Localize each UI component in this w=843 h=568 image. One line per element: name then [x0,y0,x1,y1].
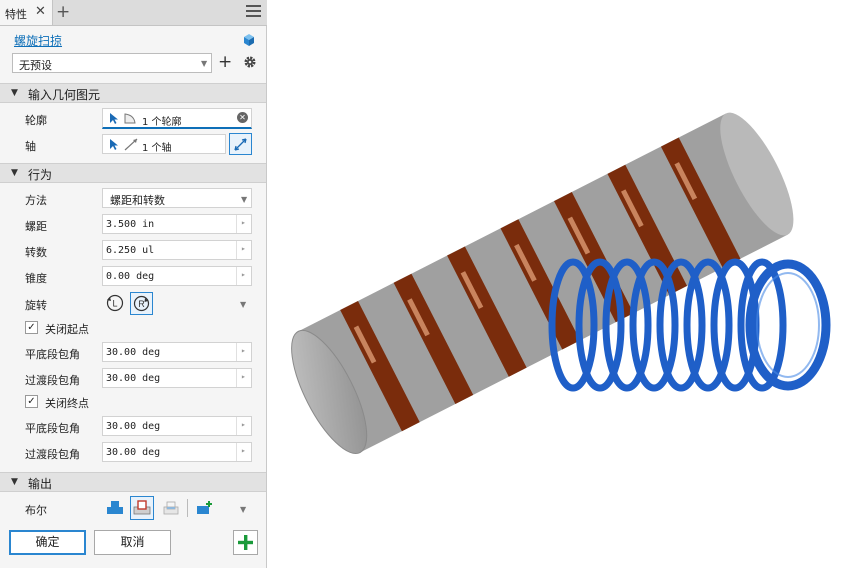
pitch-label: 螺距 [25,220,47,233]
new-solid-button[interactable] [194,497,216,519]
value-menu-arrow[interactable] [236,215,251,233]
flat-start-value: 30.00 deg [106,347,161,358]
method-label: 方法 [25,194,47,207]
boolean-label: 布尔 [25,504,47,517]
value-menu-arrow[interactable] [236,343,251,361]
pitch-input[interactable]: 3.500 in [102,214,252,234]
revolutions-value: 6.250 ul [106,245,155,256]
chevron-down-icon[interactable]: ▼ [240,300,246,309]
new-solid-icon [197,501,212,514]
collapse-arrow-icon: ▼ [11,88,18,98]
method-value: 螺距和转数 [110,194,165,207]
flat-end-input[interactable]: 30.00 deg [102,416,252,436]
add-preset-button[interactable]: + [218,52,232,72]
3d-viewport[interactable] [268,0,843,568]
svg-text:L: L [112,299,117,309]
method-dropdown[interactable]: 螺距和转数 ▼ [102,188,252,208]
rotation-left-button[interactable]: L [104,292,126,314]
rotation-right-button[interactable]: R [130,292,153,315]
transition-start-label: 过渡段包角 [25,374,80,387]
revolutions-label: 转数 [25,246,47,259]
select-arrow-icon [110,113,118,124]
threaded-shaft-model[interactable] [277,103,807,463]
close-end-checkbox[interactable]: ✓ [25,395,38,408]
collapse-arrow-icon: ▼ [11,168,18,178]
select-arrow-icon [110,139,118,150]
intersect-button[interactable] [160,497,182,519]
taper-value: 0.00 deg [106,271,155,282]
value-menu-arrow[interactable] [236,417,251,435]
cube-icon [244,34,254,46]
value-menu-arrow[interactable] [236,241,251,259]
flat-end-label: 平底段包角 [25,422,80,435]
flip-icon [234,138,247,151]
profile-label: 轮廓 [25,114,47,127]
toolbar-divider [187,499,188,517]
svg-text:R: R [138,299,145,309]
axis-icon [124,138,138,151]
axis-value: 1 个轴 [142,143,172,154]
section-label: 输入几何图元 [28,88,101,102]
close-end-label: 关闭终点 [45,397,89,410]
clear-icon[interactable]: ✕ [237,112,248,123]
apply-button[interactable] [233,530,258,555]
preset-dropdown[interactable]: 无预设 ▼ [12,53,212,73]
tab-properties[interactable]: 特性 ✕ [0,0,53,25]
axis-selector[interactable]: 1 个轴 [102,134,226,154]
rotate-left-icon: L [106,294,124,312]
value-menu-arrow[interactable] [236,267,251,285]
close-start-label: 关闭起点 [45,323,89,336]
feature-title[interactable]: 螺旋扫掠 [14,32,62,49]
section-input-geometry[interactable]: ▼ 输入几何图元 [0,83,266,103]
chevron-down-icon: ▼ [241,195,248,204]
flat-start-label: 平底段包角 [25,348,80,361]
close-icon[interactable]: ✕ [35,4,46,19]
close-start-checkbox[interactable]: ✓ [25,321,38,334]
transition-end-value: 30.00 deg [106,447,161,458]
rotation-label: 旋转 [25,299,47,312]
plus-icon [238,535,253,550]
transition-start-input[interactable]: 30.00 deg [102,368,252,388]
axis-label: 轴 [25,140,36,153]
intersect-icon [163,501,179,515]
preset-value: 无预设 [19,59,52,72]
join-icon [107,501,123,514]
cut-button[interactable] [130,496,154,520]
taper-input[interactable]: 0.00 deg [102,266,252,286]
value-menu-arrow[interactable] [236,443,251,461]
cut-icon [133,500,151,515]
section-behavior[interactable]: ▼ 行为 [0,163,266,183]
properties-panel: 特性 ✕ + 螺旋扫掠 无预设 ▼ + ▼ 输入几何图元 轮廓 1 个轮廓 ✕ … [0,0,267,568]
transition-end-input[interactable]: 30.00 deg [102,442,252,462]
flat-end-value: 30.00 deg [106,421,161,432]
section-output[interactable]: ▼ 输出 [0,472,266,492]
transition-start-value: 30.00 deg [106,373,161,384]
profile-selector[interactable]: 1 个轮廓 ✕ [102,108,252,129]
profile-icon [124,113,136,124]
cancel-button[interactable]: 取消 [94,530,171,555]
gear-icon[interactable] [243,55,257,69]
section-label: 输出 [28,477,53,491]
revolutions-input[interactable]: 6.250 ul [102,240,252,260]
add-tab-icon[interactable]: + [56,2,70,22]
rotate-right-icon: R [133,295,150,312]
pitch-value: 3.500 in [106,219,155,230]
flip-axis-button[interactable] [229,133,252,155]
tab-label: 特性 [5,8,27,21]
section-label: 行为 [28,168,53,182]
menu-icon[interactable] [246,5,261,19]
value-menu-arrow[interactable] [236,369,251,387]
taper-label: 锥度 [25,272,47,285]
chevron-down-icon: ▼ [201,59,208,68]
profile-value: 1 个轮廓 [142,117,182,128]
join-button[interactable] [104,497,126,519]
ok-button[interactable]: 确定 [9,530,86,555]
transition-end-label: 过渡段包角 [25,448,80,461]
flat-start-input[interactable]: 30.00 deg [102,342,252,362]
chevron-down-icon[interactable]: ▼ [240,505,246,514]
tab-bar: 特性 ✕ + [0,0,267,26]
collapse-arrow-icon: ▼ [11,477,18,487]
